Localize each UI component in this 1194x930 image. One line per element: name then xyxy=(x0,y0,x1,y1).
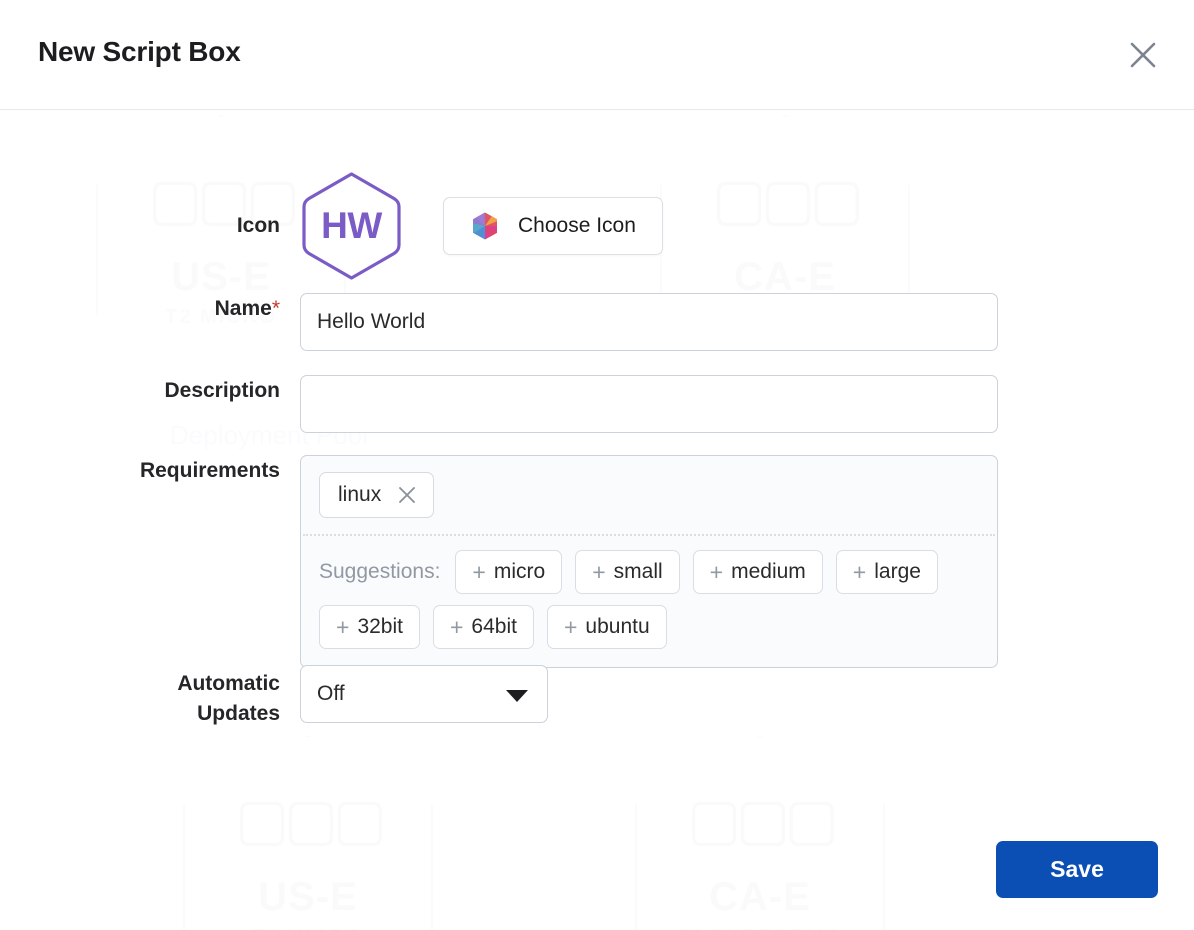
requirements-tag-area[interactable]: linux xyxy=(301,456,997,534)
plus-icon: + xyxy=(592,558,606,585)
plus-icon: + xyxy=(709,558,724,585)
form-row-automatic-updates: Automatic Updates Off xyxy=(0,665,548,729)
suggestion-chip-label: 32bit xyxy=(357,615,403,638)
suggestion-chip-label: large xyxy=(874,560,921,583)
suggestion-chip-64bit[interactable]: + 64bit xyxy=(432,605,534,649)
form-row-requirements: Requirements linux Suggestions: + micro … xyxy=(0,455,998,668)
required-asterisk: * xyxy=(271,297,280,320)
suggestion-chip-micro[interactable]: + micro xyxy=(455,550,563,594)
close-icon xyxy=(1126,38,1160,72)
script-box-avatar[interactable]: HW xyxy=(300,170,403,282)
form-row-name: Name* xyxy=(0,293,998,351)
icon-label: Icon xyxy=(236,214,280,237)
remove-tag-icon[interactable] xyxy=(395,483,419,507)
requirements-label: Requirements xyxy=(139,459,280,482)
choose-icon-button[interactable]: Choose Icon xyxy=(443,197,663,255)
suggestion-chip-ubuntu[interactable]: + ubuntu xyxy=(546,605,667,649)
suggestions-label: Suggestions: xyxy=(319,560,441,583)
plus-icon: + xyxy=(852,558,867,585)
plus-icon: + xyxy=(336,613,350,640)
form-row-description: Description xyxy=(0,375,998,433)
form-row-icon: Icon HW Choose Icon xyxy=(0,170,663,282)
requirement-tag[interactable]: linux xyxy=(319,472,435,518)
suggestion-chip-small[interactable]: + small xyxy=(575,550,680,594)
automatic-updates-select[interactable]: Off xyxy=(300,665,548,723)
color-wheel-icon xyxy=(470,211,500,241)
requirement-tag-label: linux xyxy=(338,483,382,506)
automatic-updates-label: Automatic Updates xyxy=(0,665,300,729)
description-input[interactable] xyxy=(300,375,998,433)
suggestion-chip-32bit[interactable]: + 32bit xyxy=(319,605,420,649)
dialog-footer: Save xyxy=(0,820,1194,930)
requirements-box[interactable]: linux Suggestions: + micro + small + med… xyxy=(300,455,998,668)
suggestion-chip-label: small xyxy=(613,560,663,583)
suggestion-chip-label: ubuntu xyxy=(585,615,650,638)
suggestion-chip-medium[interactable]: + medium xyxy=(692,550,823,594)
avatar-initials: HW xyxy=(321,205,382,246)
new-script-box-dialog: ▢▢▢ US-E T2 MICRO ▢▢▢ CA-E CLOUDFORMA ▢▢… xyxy=(0,0,1194,930)
automatic-updates-label-line1: Automatic xyxy=(177,672,280,695)
page-title: New Script Box xyxy=(38,36,241,67)
choose-icon-label: Choose Icon xyxy=(518,214,636,237)
suggestion-chip-label: medium xyxy=(731,560,806,583)
automatic-updates-label-line2: Updates xyxy=(197,702,280,725)
plus-icon: + xyxy=(472,558,486,585)
watermark-cubes-icon: ▢▢▢ xyxy=(711,167,864,232)
name-input[interactable] xyxy=(300,293,998,351)
suggestion-chip-large[interactable]: + large xyxy=(835,550,938,594)
close-button[interactable] xyxy=(1120,32,1166,78)
dialog-header: New Script Box xyxy=(0,0,1194,110)
automatic-updates-value[interactable]: Off xyxy=(300,665,548,723)
description-label: Description xyxy=(164,379,280,402)
plus-icon: + xyxy=(449,613,464,640)
name-label-text: Name xyxy=(214,297,272,320)
suggestion-chip-label: micro xyxy=(493,560,546,583)
requirements-suggestions: Suggestions: + micro + small + medium + … xyxy=(301,536,997,667)
plus-icon: + xyxy=(563,613,578,640)
suggestion-chip-label: 64bit xyxy=(471,615,517,638)
name-label: Name* xyxy=(0,293,300,325)
save-button[interactable]: Save xyxy=(996,841,1158,898)
